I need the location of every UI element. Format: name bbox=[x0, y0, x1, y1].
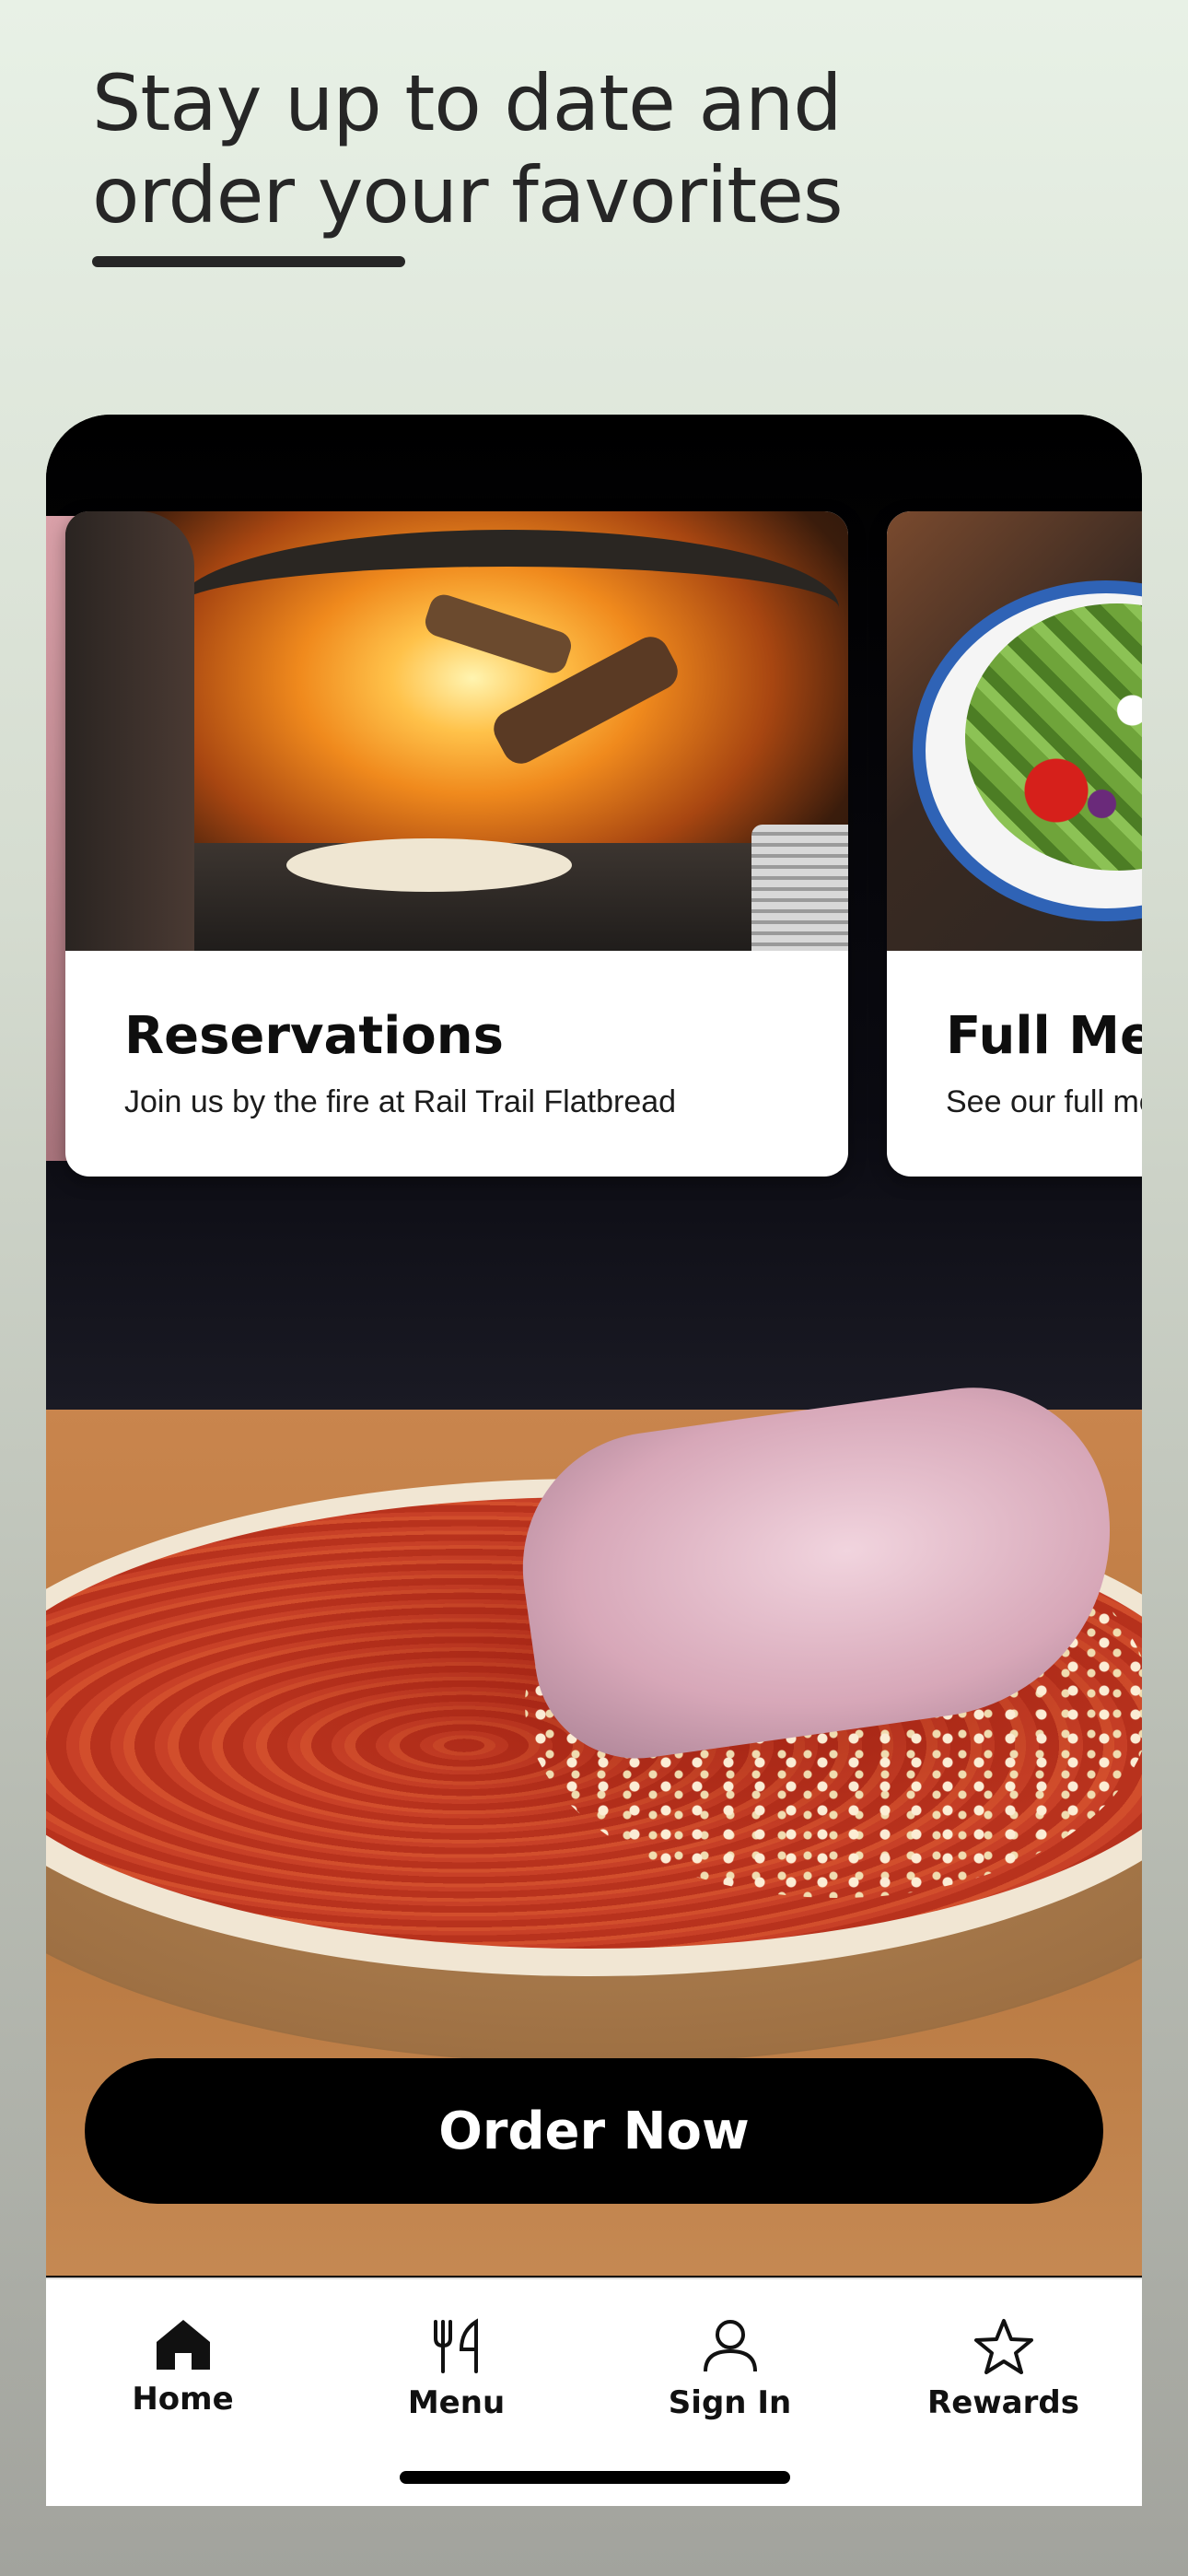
card-reservations[interactable]: Reservations Join us by the fire at Rail… bbox=[65, 511, 848, 1177]
card-title: Full Menu bbox=[946, 1006, 1142, 1066]
order-now-label: Order Now bbox=[438, 2101, 750, 2161]
home-icon bbox=[156, 2320, 210, 2370]
headline: Stay up to date and order your favorites bbox=[92, 57, 1013, 241]
user-icon bbox=[703, 2320, 757, 2372]
tab-home[interactable]: Home bbox=[46, 2318, 320, 2429]
oven-fire-image bbox=[65, 511, 848, 951]
card-subtitle: See our full menu bbox=[946, 1084, 1142, 1119]
card-title: Reservations bbox=[124, 1006, 504, 1066]
home-indicator[interactable] bbox=[400, 2471, 790, 2484]
tab-home-label: Home bbox=[132, 2381, 234, 2418]
tab-sign-in-label: Sign In bbox=[668, 2384, 792, 2421]
fork-knife-icon bbox=[433, 2318, 478, 2373]
card-full-menu[interactable]: Full Menu See our full menu bbox=[887, 511, 1142, 1177]
headline-line-2: order your favorites bbox=[92, 150, 844, 240]
tab-sign-in[interactable]: Sign In bbox=[593, 2318, 867, 2429]
salad-image bbox=[887, 511, 1142, 951]
app-screen: Reservations Join us by the fire at Rail… bbox=[46, 415, 1142, 2506]
tab-menu-label: Menu bbox=[407, 2384, 506, 2421]
card-subtitle: Join us by the fire at Rail Trail Flatbr… bbox=[124, 1084, 677, 1119]
tab-menu[interactable]: Menu bbox=[320, 2318, 593, 2429]
tab-rewards-label: Rewards bbox=[927, 2384, 1079, 2421]
order-now-button[interactable]: Order Now bbox=[85, 2058, 1103, 2204]
headline-line-1: Stay up to date and bbox=[92, 58, 843, 148]
headline-underline bbox=[92, 256, 405, 267]
tab-rewards[interactable]: Rewards bbox=[867, 2318, 1140, 2429]
star-icon bbox=[973, 2319, 1033, 2374]
